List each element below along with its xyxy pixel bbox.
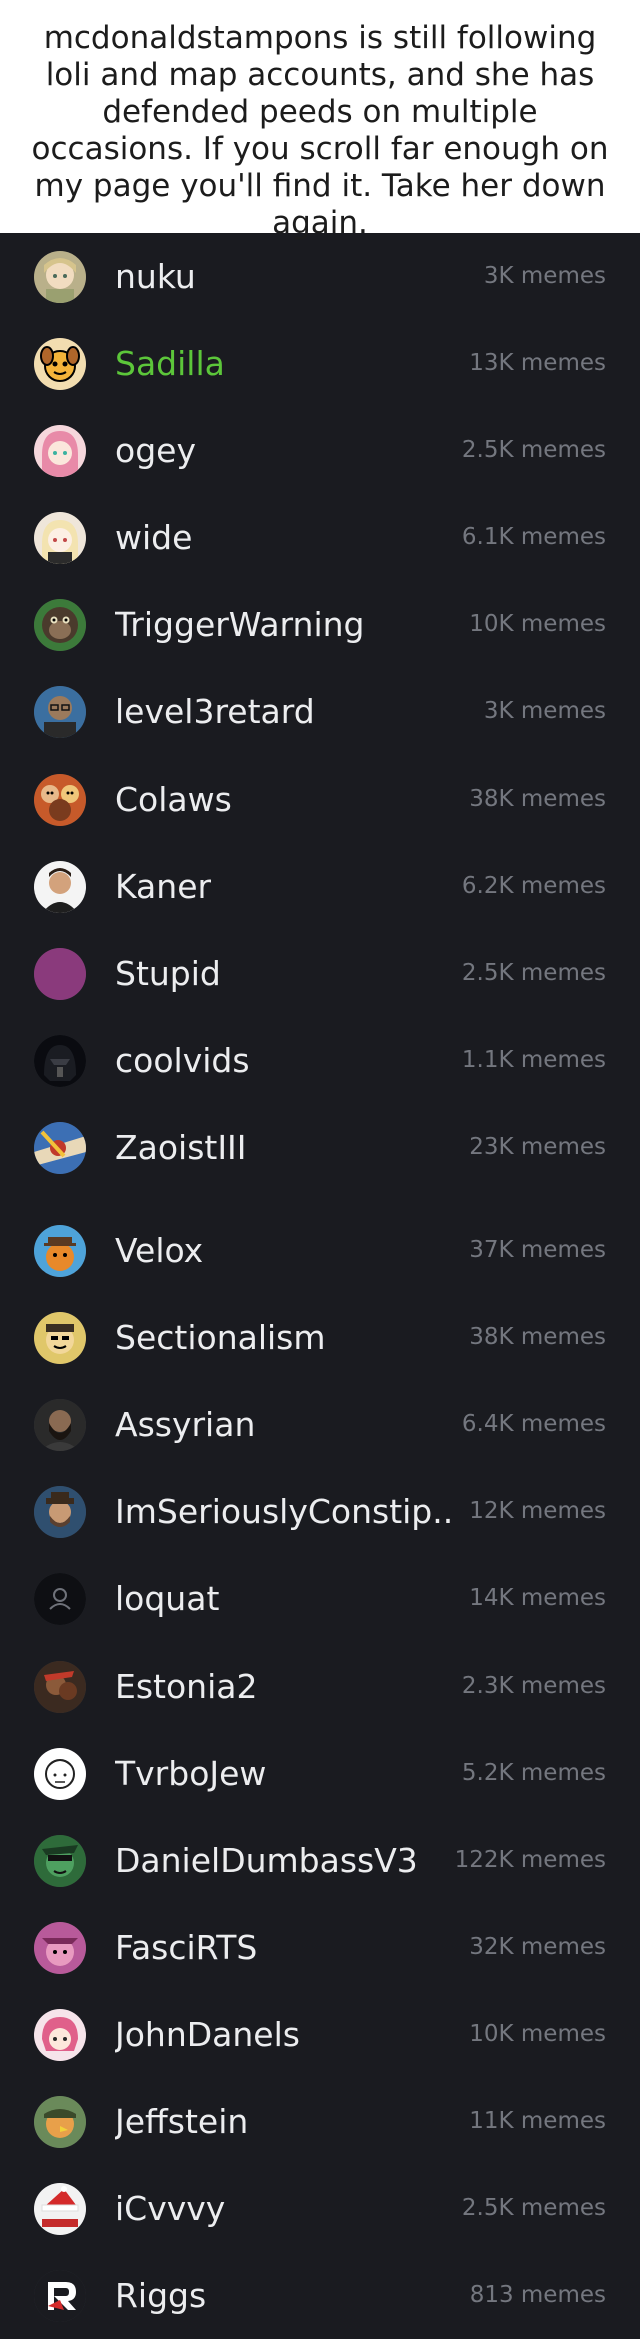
meme-count: 6.4K memes xyxy=(461,1411,606,1438)
list-item[interactable]: Assyrian 6.4K memes xyxy=(0,1381,640,1468)
username[interactable]: TvrboJew xyxy=(115,1730,266,1817)
purple-circle-avatar[interactable] xyxy=(34,947,86,1000)
username[interactable]: loquat xyxy=(115,1555,219,1642)
username[interactable]: coolvids xyxy=(115,1017,250,1104)
r-logo-avatar[interactable] xyxy=(34,2270,86,2323)
username[interactable]: DanielDumbassV3 xyxy=(115,1817,418,1904)
meme-count: 3K memes xyxy=(483,263,606,289)
meme-count: 32K memes xyxy=(469,1933,606,1960)
list-item[interactable]: FasciRTS 32K memes xyxy=(0,1904,640,1991)
meme-count: 12K memes xyxy=(469,1498,606,1525)
meme-count: 122K memes xyxy=(454,1846,606,1873)
cartoon-crowd-avatar[interactable] xyxy=(34,773,86,826)
list-item[interactable]: Colaws 38K memes xyxy=(0,756,640,843)
meme-count: 13K memes xyxy=(469,350,606,377)
list-item[interactable]: Estonia2 2.3K memes xyxy=(0,1643,640,1730)
meme-count: 23K memes xyxy=(469,1133,606,1160)
username[interactable]: Stupid xyxy=(115,930,221,1017)
username[interactable]: Jeffstein xyxy=(115,2078,248,2165)
meme-count: 3K memes xyxy=(483,698,606,725)
pink-creature-avatar[interactable] xyxy=(34,1921,86,1974)
list-item[interactable]: Kaner 6.2K memes xyxy=(0,843,640,930)
username[interactable]: level3retard xyxy=(115,668,315,755)
username[interactable]: Estonia2 xyxy=(115,1643,257,1730)
meme-count: 14K memes xyxy=(469,1585,606,1612)
list-item[interactable]: coolvids 1.1K memes xyxy=(0,1017,640,1104)
username[interactable]: wide xyxy=(115,494,192,581)
list-item[interactable]: ogey 2.5K memes xyxy=(0,407,640,494)
list-item[interactable]: Stupid 2.5K memes xyxy=(0,930,640,1017)
meme-count: 37K memes xyxy=(469,1237,606,1264)
list-item[interactable]: ZaoistIII 23K memes xyxy=(0,1104,640,1191)
list-item[interactable]: nuku 3K memes xyxy=(0,233,640,320)
anime-girl-avatar[interactable] xyxy=(34,251,86,303)
monkey-avatar[interactable] xyxy=(34,599,86,652)
list-item[interactable]: DanielDumbassV3 122K memes xyxy=(0,1817,640,1904)
meme-count: 2.5K memes xyxy=(461,437,606,464)
list-item[interactable]: wide 6.1K memes xyxy=(0,494,640,581)
username[interactable]: Kaner xyxy=(115,843,211,930)
meme-count: 2.3K memes xyxy=(461,1672,606,1699)
cartoon-face-avatar[interactable] xyxy=(34,1312,86,1365)
username[interactable]: FasciRTS xyxy=(115,1904,257,1991)
anime-pink-avatar[interactable] xyxy=(34,2008,86,2061)
list-item[interactable]: Jeffstein 11K memes xyxy=(0,2078,640,2165)
santa-hat-avatar[interactable] xyxy=(34,2183,86,2236)
meme-count: 2.5K memes xyxy=(461,2195,606,2222)
username[interactable]: ogey xyxy=(115,407,196,494)
post-caption: mcdonaldstampons is still following loli… xyxy=(0,0,640,241)
username[interactable]: ZaoistIII xyxy=(115,1104,247,1191)
bearded-man-avatar[interactable] xyxy=(34,1399,86,1452)
green-character-avatar[interactable] xyxy=(34,1834,86,1887)
illustration-avatar[interactable] xyxy=(34,1121,86,1174)
orange-bear-avatar[interactable] xyxy=(34,1225,86,1278)
darth-vader-avatar[interactable] xyxy=(34,1034,86,1087)
meme-count: 2.5K memes xyxy=(461,959,606,986)
list-item[interactable]: Sectionalism 38K memes xyxy=(0,1294,640,1381)
username[interactable]: JohnDanels xyxy=(115,1991,300,2078)
man-portrait-avatar[interactable] xyxy=(34,860,86,913)
list-item[interactable]: TriggerWarning 10K memes xyxy=(0,581,640,668)
username[interactable]: Assyrian xyxy=(115,1381,255,1468)
meme-count: 6.2K memes xyxy=(461,872,606,899)
username[interactable]: Sadilla xyxy=(115,320,225,407)
man-with-glasses-avatar[interactable] xyxy=(34,686,86,739)
username[interactable]: nuku xyxy=(115,233,196,320)
list-item[interactable]: ImSeriouslyConstip... 12K memes xyxy=(0,1468,640,1555)
blonde-anime-avatar[interactable] xyxy=(34,512,86,565)
username[interactable]: iCvvvy xyxy=(115,2165,225,2252)
meme-count: 813 memes xyxy=(469,2282,606,2309)
username[interactable]: ImSeriouslyConstip... xyxy=(115,1468,455,1555)
username[interactable]: Sectionalism xyxy=(115,1294,326,1381)
meme-count: 10K memes xyxy=(469,611,606,638)
meme-count: 11K memes xyxy=(469,2107,606,2134)
cartoon-eagle-avatar[interactable] xyxy=(34,2095,86,2148)
dark-photo-avatar[interactable] xyxy=(34,1660,86,1713)
man-with-hat-avatar[interactable] xyxy=(34,1486,86,1539)
list-item[interactable]: Riggs 813 memes xyxy=(0,2252,640,2339)
sketch-face-avatar[interactable] xyxy=(34,1747,86,1800)
list-item[interactable]: Sadilla 13K memes xyxy=(0,320,640,407)
meme-count: 10K memes xyxy=(469,2020,606,2047)
list-item[interactable]: Velox 37K memes xyxy=(0,1207,640,1294)
pink-hair-anime-avatar[interactable] xyxy=(34,425,86,478)
list-item[interactable]: level3retard 3K memes xyxy=(0,668,640,755)
meme-count: 1.1K memes xyxy=(461,1046,606,1073)
list-item[interactable]: loquat 14K memes xyxy=(0,1555,640,1642)
cartoon-dog-avatar[interactable] xyxy=(34,338,86,391)
username[interactable]: Riggs xyxy=(115,2252,206,2339)
meme-count: 38K memes xyxy=(469,785,606,812)
meme-count: 6.1K memes xyxy=(461,524,606,551)
list-item[interactable]: JohnDanels 10K memes xyxy=(0,1991,640,2078)
default-user-avatar[interactable] xyxy=(34,1573,86,1626)
username[interactable]: TriggerWarning xyxy=(115,581,364,668)
following-list: nuku 3K memes Sadilla 13K memes ogey 2.5K mem… xyxy=(0,233,640,2339)
username[interactable]: Velox xyxy=(115,1207,203,1294)
meme-count: 38K memes xyxy=(469,1324,606,1351)
meme-count: 5.2K memes xyxy=(461,1759,606,1786)
list-item[interactable]: iCvvvy 2.5K memes xyxy=(0,2165,640,2252)
list-item[interactable]: TvrboJew 5.2K memes xyxy=(0,1730,640,1817)
username[interactable]: Colaws xyxy=(115,756,232,843)
